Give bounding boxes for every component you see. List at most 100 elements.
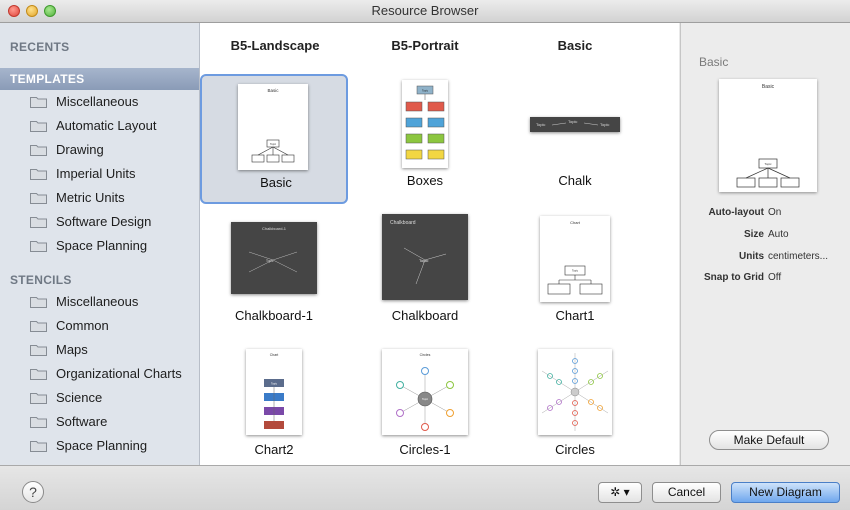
property-key: Auto-layout xyxy=(708,207,764,218)
column-header: B5-Portrait xyxy=(391,38,459,53)
template-item-chalkboard[interactable]: Chalkboard Topic Chalkboard xyxy=(351,209,499,339)
gear-icon: ✲ ▾ xyxy=(610,485,630,499)
svg-text:Topic: Topic xyxy=(422,397,429,401)
sidebar-item-templates-software-design[interactable]: Software Design xyxy=(0,210,199,234)
recents-header[interactable]: RECENTS xyxy=(10,40,69,54)
sidebar-item-stencils-common[interactable]: Common xyxy=(0,314,199,338)
template-label: Boxes xyxy=(406,173,444,188)
svg-text:Chalkboard-1: Chalkboard-1 xyxy=(262,226,287,231)
folder-icon xyxy=(30,97,47,108)
svg-text:Topic: Topic xyxy=(422,89,429,93)
svg-text:Basic: Basic xyxy=(762,84,775,90)
template-grid: B5-Landscape B5-Portrait Basic Basic Top… xyxy=(200,23,679,465)
template-thumbnail: Circles Topic xyxy=(382,349,468,435)
sidebar-item-templates-miscellaneous[interactable]: Miscellaneous xyxy=(0,90,199,114)
template-item-chalkboard-1[interactable]: Chalkboard-1 Topic Chalkboard-1 xyxy=(200,209,348,339)
sidebar-item-templates-space-planning[interactable]: Space Planning xyxy=(0,234,199,258)
folder-icon xyxy=(30,145,47,156)
sidebar-item-stencils-software[interactable]: Software xyxy=(0,410,199,434)
folder-icon xyxy=(30,417,47,428)
sidebar-item-templates-drawing[interactable]: Drawing xyxy=(0,138,199,162)
sidebar-item-label: Space Planning xyxy=(56,438,148,453)
bottom-bar: ? ✲ ▾ Cancel New Diagram xyxy=(0,465,850,510)
template-item-boxes[interactable]: Topic Boxes xyxy=(351,74,499,204)
template-thumbnail: Chalkboard-1 Topic xyxy=(231,222,317,294)
sidebar-item-stencils-science[interactable]: Science xyxy=(0,386,199,410)
sidebar-item-stencils-organizational-charts[interactable]: Organizational Charts xyxy=(0,362,199,386)
svg-text:Topic: Topic xyxy=(568,119,577,124)
template-label: Chalkboard xyxy=(391,308,459,323)
stencils-header[interactable]: STENCILS xyxy=(10,273,72,287)
window-title: Resource Browser xyxy=(371,3,479,18)
template-thumbnail xyxy=(538,349,612,435)
sidebar-item-stencils-space-planning[interactable]: Space Planning xyxy=(0,434,199,458)
sidebar: RECENTS TEMPLATES Miscellaneous Automati… xyxy=(0,23,200,465)
template-thumbnail: Basic Topic xyxy=(238,84,308,170)
folder-icon xyxy=(30,297,47,308)
folder-icon xyxy=(30,393,47,404)
svg-text:Chalkboard: Chalkboard xyxy=(390,220,416,226)
svg-text:Topic: Topic xyxy=(572,269,579,273)
template-thumbnail: Chart Topic xyxy=(246,349,302,435)
svg-text:Topic: Topic xyxy=(764,162,772,166)
folder-icon xyxy=(30,369,47,380)
template-item-chart1[interactable]: Chart Topic Chart1 xyxy=(501,209,649,339)
template-item-circles-1[interactable]: Circles Topic Circles-1 xyxy=(351,343,499,473)
folder-icon xyxy=(30,169,47,180)
sidebar-item-label: Space Planning xyxy=(56,238,148,253)
sidebar-item-label: Miscellaneous xyxy=(56,294,139,309)
make-default-button[interactable]: Make Default xyxy=(709,430,829,450)
property-key: Size xyxy=(743,229,764,240)
template-item-circles[interactable]: Circles xyxy=(501,343,649,473)
template-label: Circles xyxy=(555,442,595,457)
template-label: Chart1 xyxy=(555,308,595,323)
info-thumbnail: Basic Topic xyxy=(719,79,817,192)
svg-text:Topic: Topic xyxy=(271,382,278,386)
help-icon: ? xyxy=(29,484,37,500)
sidebar-item-label: Miscellaneous xyxy=(56,94,139,109)
sidebar-item-templates-automatic-layout[interactable]: Automatic Layout xyxy=(0,114,199,138)
sidebar-item-label: Maps xyxy=(56,342,88,357)
property-value: Auto xyxy=(768,229,789,240)
svg-text:Chart: Chart xyxy=(270,353,279,357)
sidebar-item-label: Drawing xyxy=(56,142,104,157)
svg-text:Circles: Circles xyxy=(420,353,431,357)
column-header: Basic xyxy=(557,38,593,53)
gear-menu-button[interactable]: ✲ ▾ xyxy=(598,482,642,503)
new-diagram-button[interactable]: New Diagram xyxy=(731,482,840,503)
sidebar-item-label: Common xyxy=(56,318,109,333)
template-item-chalk[interactable]: Topic Topic Topic Chalk xyxy=(501,74,649,204)
info-title: Basic xyxy=(699,55,729,69)
template-label: Chart2 xyxy=(254,442,294,457)
sidebar-item-label: Metric Units xyxy=(56,190,125,205)
info-panel: Basic Basic Topic Auto-layout On Size Au… xyxy=(680,23,850,465)
property-value: centimeters... xyxy=(768,251,829,262)
template-thumbnail: Chart Topic xyxy=(540,216,610,302)
sidebar-item-stencils-maps[interactable]: Maps xyxy=(0,338,199,362)
folder-icon xyxy=(30,217,47,228)
sidebar-item-label: Software Design xyxy=(56,214,152,229)
folder-icon xyxy=(30,441,47,452)
template-thumbnail: Topic xyxy=(402,80,448,168)
template-thumbnail: Topic Topic Topic xyxy=(530,117,620,132)
template-item-basic[interactable]: Basic Topic Basic xyxy=(200,74,348,204)
help-button[interactable]: ? xyxy=(22,481,44,503)
sidebar-item-templates-imperial-units[interactable]: Imperial Units xyxy=(0,162,199,186)
sidebar-item-templates-metric-units[interactable]: Metric Units xyxy=(0,186,199,210)
folder-icon xyxy=(30,121,47,132)
svg-text:Topic: Topic xyxy=(270,142,277,146)
folder-icon xyxy=(30,241,47,252)
sidebar-item-label: Software xyxy=(56,414,108,429)
svg-text:Topic: Topic xyxy=(536,122,545,127)
sidebar-item-label: Organizational Charts xyxy=(56,366,182,381)
templates-header[interactable]: TEMPLATES xyxy=(0,68,199,90)
folder-icon xyxy=(30,193,47,204)
sidebar-item-label: Imperial Units xyxy=(56,166,136,181)
title-bar[interactable]: Resource Browser xyxy=(0,0,850,23)
template-label: Chalk xyxy=(558,173,592,188)
template-item-chart2[interactable]: Chart Topic Chart2 xyxy=(200,343,348,473)
cancel-button[interactable]: Cancel xyxy=(652,482,721,503)
svg-text:Topic: Topic xyxy=(600,122,609,127)
template-label: Chalkboard-1 xyxy=(234,308,314,323)
sidebar-item-stencils-miscellaneous[interactable]: Miscellaneous xyxy=(0,290,199,314)
